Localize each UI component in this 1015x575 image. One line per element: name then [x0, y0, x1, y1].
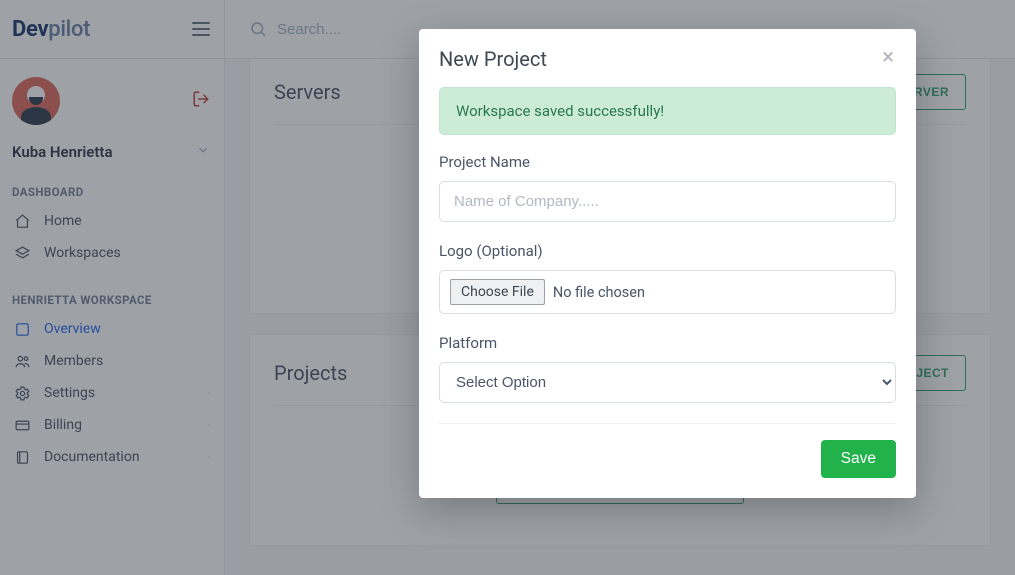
label-logo: Logo (Optional)	[439, 242, 896, 260]
file-status: No file chosen	[553, 284, 645, 301]
save-button[interactable]: Save	[821, 440, 896, 478]
label-project-name: Project Name	[439, 153, 896, 171]
label-platform: Platform	[439, 334, 896, 352]
platform-select[interactable]: Select Option	[439, 362, 896, 403]
close-icon[interactable]: ×	[880, 47, 896, 69]
modal-title: New Project	[439, 47, 547, 71]
logo-file-input[interactable]: Choose File No file chosen	[439, 270, 896, 314]
choose-file-button[interactable]: Choose File	[450, 279, 545, 305]
modal-new-project: New Project × Workspace saved successful…	[419, 29, 916, 498]
alert-success: Workspace saved successfully!	[439, 87, 896, 135]
project-name-input[interactable]	[439, 181, 896, 222]
